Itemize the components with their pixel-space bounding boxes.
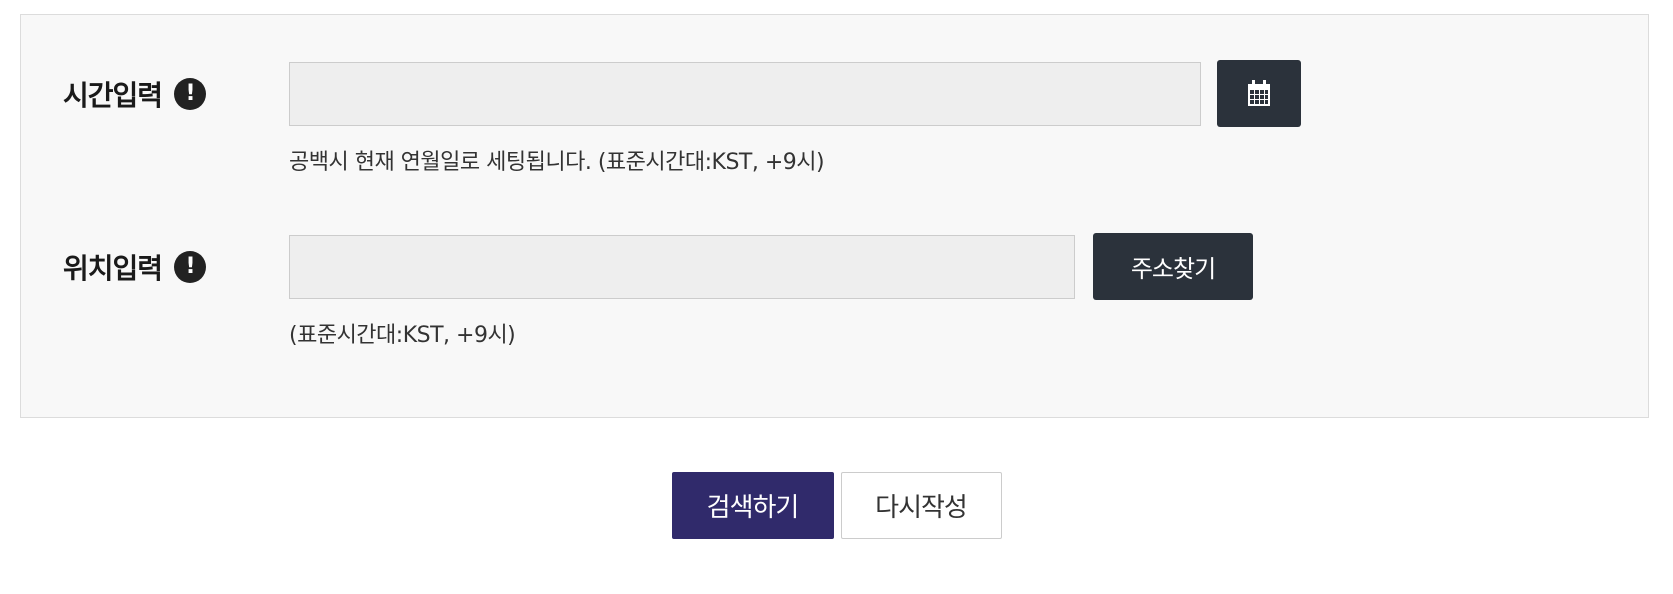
reset-button[interactable]: 다시작성 xyxy=(840,472,1002,539)
exclamation-circle-icon: ! xyxy=(174,78,207,110)
location-input-label: 위치입력 xyxy=(63,252,163,285)
search-button[interactable]: 검색하기 xyxy=(671,472,834,539)
location-input-label-group: 위치입력 ! xyxy=(63,247,207,287)
calendar-icon xyxy=(1248,79,1270,106)
time-input-label: 시간입력 xyxy=(63,79,163,112)
calendar-button[interactable] xyxy=(1217,60,1301,127)
time-input-label-group: 시간입력 ! xyxy=(63,74,207,114)
time-input-hint: 공백시 현재 연월일로 세팅됩니다. (표준시간대:KST, +9시) xyxy=(289,150,825,175)
location-input-field[interactable] xyxy=(289,235,1075,299)
find-address-button[interactable]: 주소찾기 xyxy=(1093,233,1253,300)
exclamation-circle-icon: ! xyxy=(174,251,207,283)
time-input-field[interactable] xyxy=(289,62,1201,126)
search-form-panel: 시간입력 ! 공백시 현재 연월일로 세팅됩니다. (표준시간대:KST, +9… xyxy=(20,14,1649,418)
form-actions: 검색하기 다시작성 xyxy=(0,472,1673,539)
location-input-hint: (표준시간대:KST, +9시) xyxy=(289,323,516,348)
